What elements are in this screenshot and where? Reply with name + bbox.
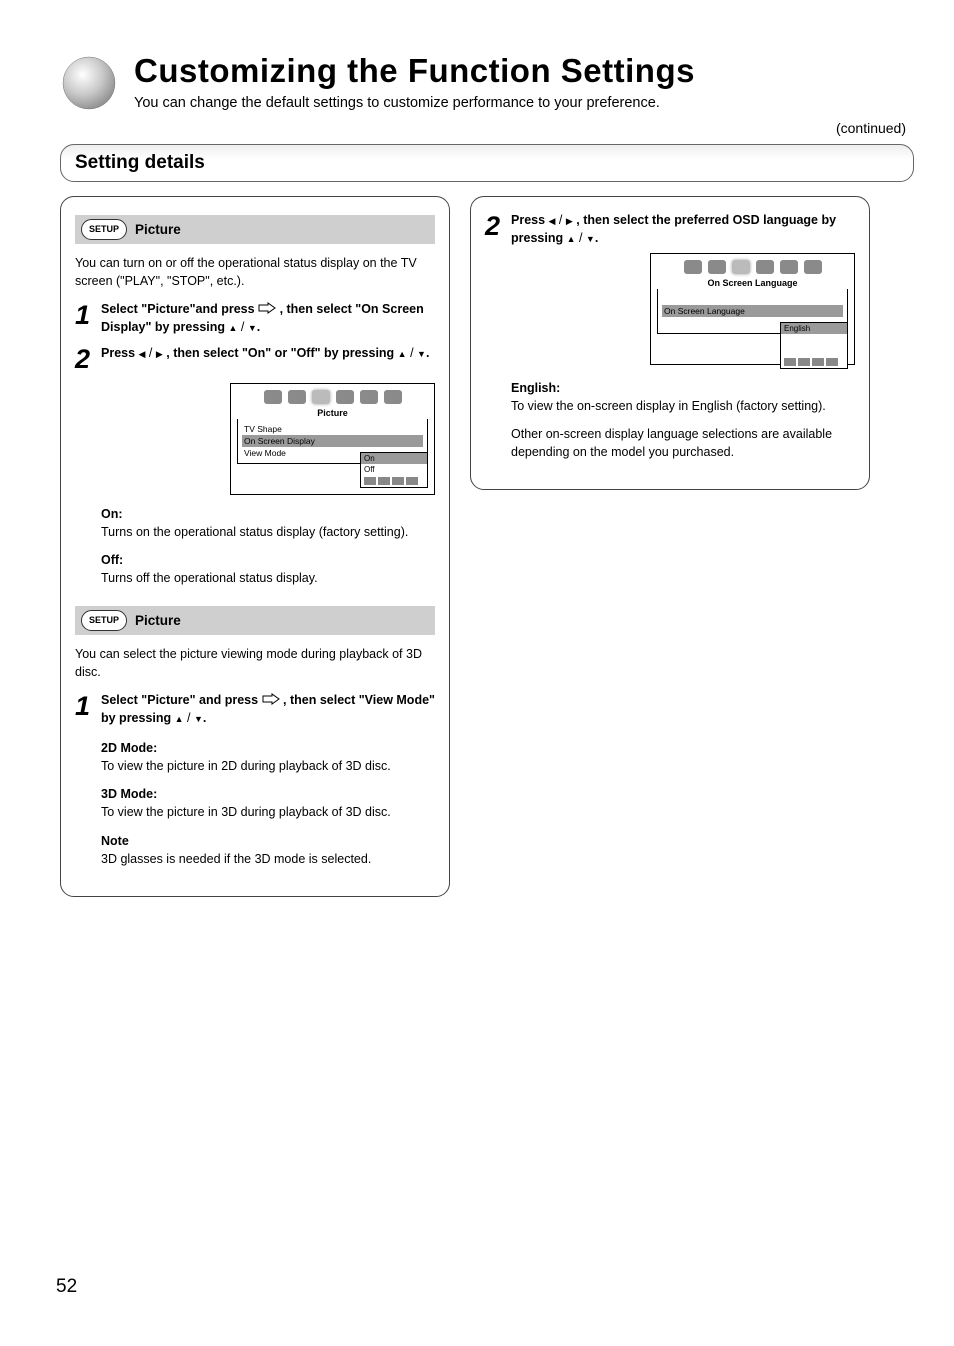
- dialog-row: On Screen Language: [662, 305, 843, 317]
- option-english: English: To view the on-screen display i…: [511, 379, 855, 415]
- sublist-row: On: [361, 453, 427, 464]
- up-triangle-icon: ▲: [567, 234, 576, 244]
- option-desc: Turns on the operational status display …: [101, 523, 435, 541]
- right-panel: 2 Press ◀ / ▶ , then select the preferre…: [470, 196, 870, 491]
- up-triangle-icon: ▲: [398, 349, 407, 359]
- step-number-icon: 2: [485, 211, 511, 242]
- page-subtitle: You can change the default settings to c…: [134, 94, 914, 114]
- page-header: Customizing the Function Settings You ca…: [60, 52, 914, 114]
- tab-icon: [804, 260, 822, 274]
- dialog-row: [662, 293, 843, 305]
- dialog-row: On Screen Display: [242, 435, 423, 447]
- tab-icon: [312, 390, 330, 404]
- trailing-note: Other on-screen display language selecti…: [511, 425, 855, 461]
- note-label: Note: [101, 834, 129, 848]
- dialog-heading: On Screen Language: [657, 278, 848, 288]
- step-text: Press: [511, 213, 549, 227]
- right-hollow-arrow-icon: [262, 693, 280, 705]
- step-text: Press: [101, 346, 139, 360]
- intro-text: You can select the picture viewing mode …: [75, 645, 435, 681]
- tab-icon: [732, 260, 750, 274]
- option-label: English:: [511, 381, 560, 395]
- setup-oval-icon: SETUP: [81, 610, 127, 631]
- left-triangle-icon: ◀: [139, 349, 146, 359]
- tab-icon: [288, 390, 306, 404]
- step-number-icon: 1: [75, 691, 101, 722]
- tab-icon: [684, 260, 702, 274]
- option-desc: To view the picture in 2D during playbac…: [101, 757, 435, 775]
- note-body: 3D glasses is needed if the 3D mode is s…: [101, 850, 435, 868]
- dialog-heading: Picture: [237, 408, 428, 418]
- tab-icon: [360, 390, 378, 404]
- left-triangle-icon: ◀: [549, 216, 556, 226]
- option-off: Off: Turns off the operational status di…: [101, 551, 435, 587]
- step-text: Select "Picture" and press: [101, 693, 262, 707]
- option-label: 2D Mode:: [101, 741, 157, 755]
- down-triangle-icon: ▼: [586, 234, 595, 244]
- continued-label: (continued): [836, 120, 906, 136]
- option-desc: To view the picture in 3D during playbac…: [101, 803, 435, 821]
- right-hollow-arrow-icon: [258, 302, 276, 314]
- down-triangle-icon: ▼: [194, 714, 203, 724]
- sublist-row: Off: [361, 464, 427, 475]
- option-label: 3D Mode:: [101, 787, 157, 801]
- step-banner-picture-2: SETUP Picture: [75, 606, 435, 635]
- step-banner-title: Picture: [135, 613, 181, 628]
- setup-oval-icon: SETUP: [81, 219, 127, 240]
- option-on: On: Turns on the operational status disp…: [101, 505, 435, 541]
- tab-icon: [780, 260, 798, 274]
- sublist-row: [781, 334, 847, 345]
- step-banner-title: Picture: [135, 222, 181, 237]
- left-panel: SETUP Picture You can turn on or off the…: [60, 196, 450, 897]
- page-number: 52: [56, 1276, 77, 1298]
- dialog-row: TV Shape: [242, 423, 423, 435]
- option-desc: To view the on-screen display in English…: [511, 397, 855, 415]
- step-number-icon: 2: [75, 344, 101, 375]
- section-banner: Setting details: [60, 144, 914, 182]
- right-triangle-icon: ▶: [566, 216, 573, 226]
- osd-dialog-sample: Picture TV Shape On Screen Display View …: [230, 383, 435, 495]
- tab-icon: [708, 260, 726, 274]
- down-triangle-icon: ▼: [248, 323, 257, 333]
- step-text: Select "Picture"and press: [101, 302, 255, 316]
- right-triangle-icon: ▶: [156, 349, 163, 359]
- step-text: , then select "On" or "Off" by pressing: [166, 346, 397, 360]
- step-1: 1 Select "Picture"and press , then selec…: [75, 300, 435, 336]
- note-block: Note 3D glasses is needed if the 3D mode…: [101, 832, 435, 868]
- option-2d: 2D Mode: To view the picture in 2D durin…: [101, 739, 435, 775]
- osd-dialog-sample: On Screen Language On Screen Language En…: [650, 253, 855, 365]
- page-title: Customizing the Function Settings: [134, 52, 914, 90]
- tab-icon: [264, 390, 282, 404]
- step-number-icon: 1: [75, 300, 101, 331]
- sublist-row: English: [781, 323, 847, 334]
- up-triangle-icon: ▲: [175, 714, 184, 724]
- tab-icon: [384, 390, 402, 404]
- option-label: On:: [101, 507, 123, 521]
- dialog-sublist: English: [780, 322, 848, 369]
- option-3d: 3D Mode: To view the picture in 3D durin…: [101, 785, 435, 821]
- option-label: Off:: [101, 553, 123, 567]
- tab-icon: [756, 260, 774, 274]
- sublist-row: [781, 345, 847, 356]
- step-banner-picture-1: SETUP Picture: [75, 215, 435, 244]
- sphere-bullet-icon: [60, 54, 118, 112]
- dialog-sublist: On Off: [360, 452, 428, 488]
- intro-text: You can turn on or off the operational s…: [75, 254, 435, 290]
- up-triangle-icon: ▲: [229, 323, 238, 333]
- step-2-right: 2 Press ◀ / ▶ , then select the preferre…: [485, 211, 855, 247]
- step-2: 2 Press ◀ / ▶ , then select "On" or "Off…: [75, 344, 435, 375]
- option-desc: Turns off the operational status display…: [101, 569, 435, 587]
- step-1b: 1 Select "Picture" and press , then sele…: [75, 691, 435, 727]
- tab-icon: [336, 390, 354, 404]
- step-text: , then select the preferred OSD language…: [511, 213, 836, 245]
- down-triangle-icon: ▼: [417, 349, 426, 359]
